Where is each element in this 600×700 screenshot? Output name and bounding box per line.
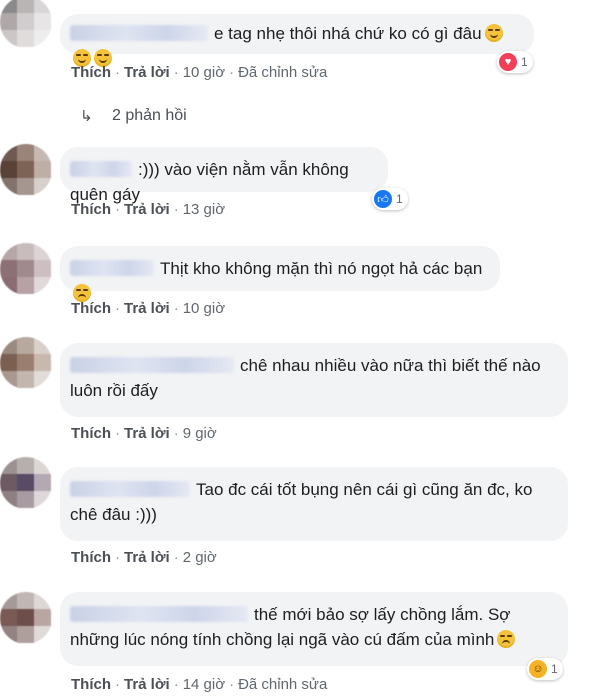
like-link[interactable]: Thích [71, 676, 111, 693]
comment-actions: Thích · Trả lời · 2 giờ [71, 549, 217, 566]
reply-link[interactable]: Trả lời [124, 676, 170, 693]
comment-bubble: e tag nhẹ thôi nhá chứ ko có gì đâu [60, 14, 534, 67]
smile-emoji-icon [484, 24, 503, 42]
reply-link[interactable]: Trả lời [124, 201, 170, 218]
comment-actions: Thích · Trả lời · 14 giờ · Đã chỉnh sửa [71, 676, 328, 693]
avatar[interactable] [0, 243, 52, 295]
comment-bubble: chê nhau nhiều vào nữa thì biết thế nào … [60, 343, 568, 417]
timestamp[interactable]: 9 giờ [183, 425, 217, 442]
comment-actions: Thích · Trả lời · 10 giờ · Đã chỉnh sửa [71, 64, 328, 81]
avatar[interactable] [0, 144, 52, 196]
timestamp[interactable]: 10 giờ [183, 300, 225, 317]
commenter-name[interactable] [70, 357, 234, 373]
reply-link[interactable]: Trả lời [124, 300, 170, 317]
edited-label[interactable]: Đã chỉnh sửa [238, 64, 327, 81]
commenter-name[interactable] [70, 25, 208, 41]
timestamp[interactable]: 2 giờ [183, 549, 217, 566]
avatar[interactable] [0, 0, 52, 48]
comment-bubble: :))) vào viện nằm vẫn không quên gáy [60, 147, 388, 204]
like-link[interactable]: Thích [71, 64, 111, 81]
comment-actions: Thích · Trả lời · 13 giờ [71, 201, 226, 218]
reaction-summary[interactable]: 👍︎ 1 [372, 188, 408, 210]
sad-emoji-icon [497, 630, 516, 648]
haha-icon: ☺ [529, 660, 547, 678]
comment-text: e tag nhẹ thôi nhá chứ ko có gì đâu [214, 24, 482, 43]
avatar[interactable] [0, 592, 52, 644]
like-link[interactable]: Thích [71, 425, 111, 442]
avatar[interactable] [0, 337, 52, 389]
comment-actions: Thích · Trả lời · 9 giờ [71, 425, 217, 442]
timestamp[interactable]: 13 giờ [183, 201, 225, 218]
edited-label[interactable]: Đã chỉnh sửa [238, 676, 327, 693]
reaction-summary[interactable]: ♥ 1 [497, 51, 533, 73]
like-link[interactable]: Thích [71, 300, 111, 317]
like-link[interactable]: Thích [71, 549, 111, 566]
comment-actions: Thích · Trả lời · 10 giờ [71, 300, 226, 317]
like-icon: 👍︎ [374, 190, 392, 208]
comment-text: Thịt kho không mặn thì nó ngọt hả các bạ… [160, 259, 483, 278]
like-link[interactable]: Thích [71, 201, 111, 218]
avatar[interactable] [0, 457, 52, 509]
reaction-summary[interactable]: ☺ 1 [527, 658, 563, 680]
comment-bubble: Tao đc cái tốt bụng nên cái gì cũng ăn đ… [60, 467, 568, 541]
commenter-name[interactable] [70, 260, 154, 276]
commenter-name[interactable] [70, 161, 132, 177]
view-replies-link[interactable]: ↳ 2 phản hồi [80, 107, 187, 125]
timestamp[interactable]: 10 giờ [183, 64, 225, 81]
timestamp[interactable]: 14 giờ [183, 676, 225, 693]
heart-icon: ♥ [499, 53, 517, 71]
commenter-name[interactable] [70, 481, 190, 497]
reply-link[interactable]: Trả lời [124, 549, 170, 566]
reply-link[interactable]: Trả lời [124, 64, 170, 81]
comment-bubble: Thịt kho không mặn thì nó ngọt hả các bạ… [60, 246, 500, 302]
reply-link[interactable]: Trả lời [124, 425, 170, 442]
comment-bubble: thế mới bảo sợ lấy chồng lắm. Sợ những l… [60, 592, 568, 666]
reply-arrow-icon: ↳ [80, 108, 93, 125]
commenter-name[interactable] [70, 606, 248, 622]
